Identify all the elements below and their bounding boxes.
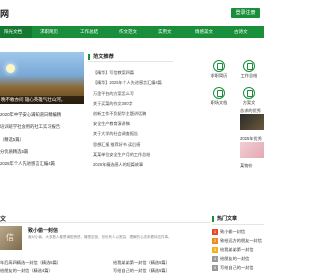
featured-item[interactable]: 【精华】写信教案四篇 [93,70,173,76]
featured-title: 范文推荐 [93,54,114,60]
list-item[interactable]: 给朋友的一封信（精选4篇） [0,268,95,274]
nav-label: 工作总结 [80,29,98,34]
nav-item-7[interactable]: 古诗文 [234,26,248,38]
featured-item[interactable]: 某某单位安全生产月的工作总结 [93,152,173,158]
hot-item[interactable]: 3 给我弟弟第一封信 [212,246,264,253]
nav-label: 古诗文 [234,29,248,34]
banner-image[interactable]: 晚不敢亦问 雄心英雄气壮山河， [0,52,84,104]
category-label: 方案文 [242,100,256,105]
featured-item-text: 某某单位安全生产月的工作总结 [93,152,151,157]
nav-item-5[interactable]: 实用文 [158,26,172,38]
side-thumbnail[interactable] [240,142,264,158]
category-doc[interactable]: 职场文档 [206,87,232,106]
list-item[interactable]: （精选5篇） [0,137,84,143]
title-accent [212,216,214,222]
hot-item[interactable]: 4 给朋友的一封信 [212,255,264,262]
doc-icon [213,87,225,99]
featured-item[interactable]: 万里平台的方案怎么写 [93,91,173,97]
summary-icon [243,60,255,72]
list-item[interactable]: 分优质精选5篇 [0,149,84,155]
category-plan[interactable]: 方案文 [236,87,262,106]
featured-item[interactable]: 2025年精选感人的短篇故事 [93,162,173,168]
side-item-title[interactable]: 某物价 [240,163,264,169]
divider [212,224,264,225]
featured-item-text: 创新工作不负韶华主题讲话稿 [93,111,147,116]
featured-item[interactable]: 【精华】2025年个人先进感言汇编4篇 [93,80,173,86]
hot-item-text: 致小偷一封信 [220,229,246,234]
featured-item-text: 万里平台的方案怎么写 [93,91,134,96]
site-header [0,0,264,23]
title-accent [88,54,90,60]
hot-item[interactable]: 5 写给自己的一封信 [212,264,264,271]
thumbnail-text: 信 [6,233,14,242]
nav-item-3[interactable]: 工作总结 [80,26,98,38]
list-item[interactable]: 给我弟弟第一封信（精选5篇） [113,260,208,266]
carousel-dots[interactable] [62,98,74,104]
hot-item-text: 给朋友的一封信 [220,256,250,261]
list-item[interactable]: 写给自己的一封信（精选5篇） [113,268,208,274]
hot-title: 热门文章 [217,216,238,222]
nav-item-6[interactable]: 情感美文 [195,26,213,38]
site-logo[interactable]: 网 [0,7,9,20]
article-title[interactable]: 致小偷一封信 [28,227,58,234]
sun-graphic [6,64,15,73]
hot-item[interactable]: 1 致小偷一封信 [212,228,264,235]
featured-item-text: 【精华】写信教案四篇 [93,70,134,75]
featured-item-text: 关于买菜的作文300字 [93,101,133,106]
plan-icon [243,87,255,99]
resume-icon [213,60,225,72]
featured-item-text: 思想汇报 推荐好书 读后感 [93,142,141,147]
category-label: 工作总结 [240,73,258,78]
hot-item-text: 给我弟弟第一封信 [220,247,254,252]
featured-item[interactable]: 创新工作不负韶华主题讲话稿 [93,111,173,117]
hot-item-text: 致给远方的朋友一封信 [220,238,262,243]
rank-badge: 3 [212,246,218,253]
category-summary[interactable]: 工作总结 [236,60,262,79]
hot-item-text: 写给自己的一封信 [220,265,254,270]
rank-badge: 5 [212,264,218,271]
rank-badge: 2 [212,237,218,244]
featured-item[interactable]: 关于大学的社会调查报告 [93,131,173,137]
list-item[interactable]: 培训班学社会用的社工实习报告 [0,124,84,130]
nav-item-1[interactable]: 阳光文档 [0,26,32,38]
nav-label: 求职简历 [40,29,58,34]
article-desc: 面对小偷，大多数人都是满腔愤怒，痛恨至极，但也有人以宽容、理解的心态来看待这件事… [28,235,172,239]
list-item[interactable]: 年后高四精选一封信（精选5篇） [0,260,95,266]
divider [0,222,210,223]
featured-item-text: 【精华】2025年个人先进感言汇编4篇 [93,80,162,85]
article-thumbnail[interactable]: 信 [0,226,22,250]
featured-item-text: 安全生产教育演讲稿 [93,121,130,126]
login-register-button[interactable]: 登录注册 [231,8,260,18]
featured-item-text: 2025年精选感人的短篇故事 [93,162,144,167]
nav-item-4[interactable]: 作文范文 [119,26,137,38]
nav-label: 情感美文 [195,29,213,34]
hot-item[interactable]: 2 致给远方的朋友一封信 [212,237,264,244]
featured-item[interactable]: 关于买菜的作文300字 [93,101,173,107]
list-item[interactable]: 2025年个人先进感言汇编4篇 [0,161,84,167]
nav-item-2[interactable]: 求职简历 [40,26,58,38]
category-resume[interactable]: 求职简历 [206,60,232,79]
featured-item[interactable]: 安全生产教育演讲稿 [93,121,173,127]
featured-item-text: 关于大学的社会调查报告 [93,131,139,136]
featured-item[interactable]: 思想汇报 推荐好书 读后感 [93,142,173,148]
category-label: 职场文档 [210,100,228,105]
nav-label: 作文范文 [119,29,137,34]
nav-label: 实用文 [158,29,172,34]
nav-label: 阳光文档 [4,29,22,34]
main-nav: 阳光文档 求职简历 工作总结 作文范文 实用文 情感美文 古诗文 [0,26,264,38]
rank-badge: 1 [212,228,218,235]
rank-badge: 4 [212,255,218,262]
list-item[interactable]: 2020年中学安心满知道日精编精 [0,112,84,118]
side-thumbnail[interactable] [240,114,264,130]
category-label: 求职简历 [210,73,228,78]
